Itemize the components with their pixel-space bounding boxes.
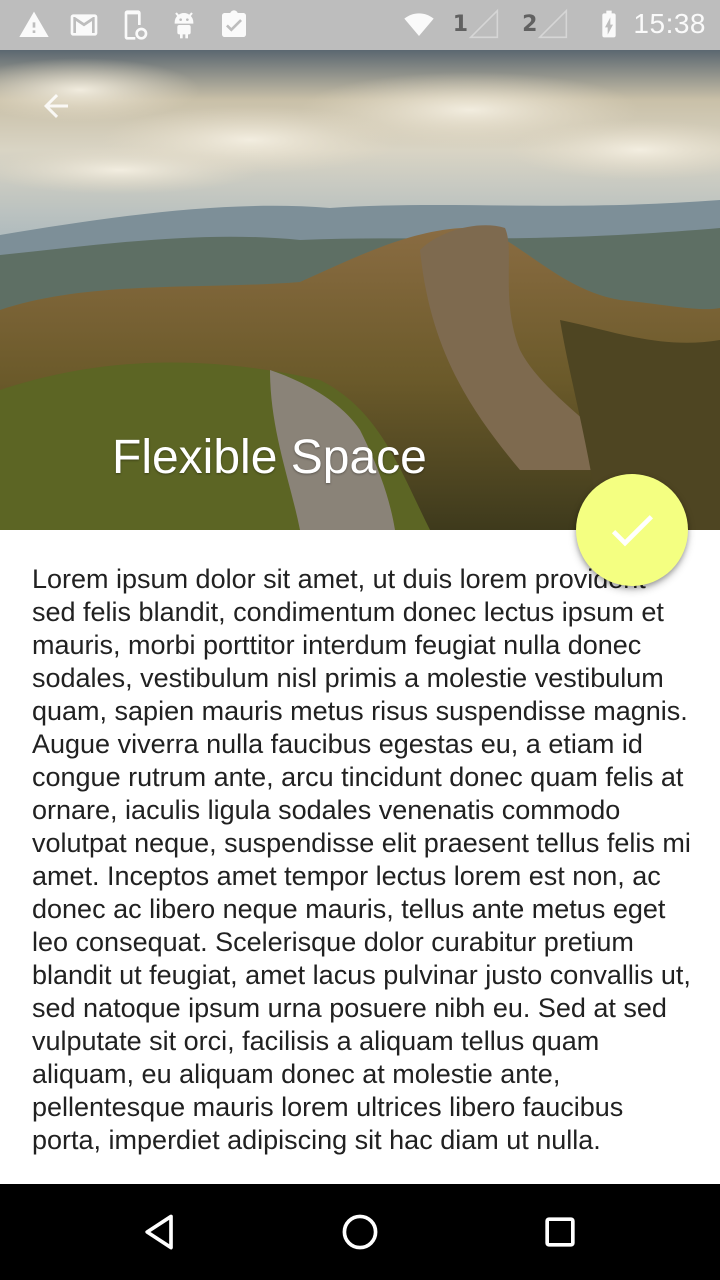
android-icon	[174, 12, 194, 39]
flexible-space-header: Flexible Space	[0, 50, 720, 530]
signal-icon	[468, 8, 499, 39]
back-button[interactable]	[30, 86, 82, 126]
gmail-icon	[70, 14, 98, 36]
nav-back-button[interactable]	[136, 1208, 184, 1256]
status-bar: 1 2 15:38	[0, 0, 720, 50]
recents-square-icon	[545, 1217, 575, 1247]
arrow-back-icon	[44, 94, 68, 118]
nav-home-button[interactable]	[336, 1208, 384, 1256]
notification-icons	[18, 9, 250, 41]
phone-settings-icon	[124, 10, 148, 40]
clipboard-check-icon	[222, 10, 246, 38]
warning-icon	[19, 11, 49, 37]
sim1-label: 1	[452, 11, 469, 37]
home-circle-icon	[342, 1214, 378, 1250]
page-title: Flexible Space	[112, 431, 427, 484]
confirm-fab-button[interactable]	[576, 474, 688, 586]
signal-icon	[538, 8, 568, 39]
body-text: Lorem ipsum dolor sit amet, ut duis lore…	[32, 564, 691, 1155]
wifi-icon	[404, 13, 434, 36]
sim2-label: 2	[522, 11, 538, 37]
back-triangle-icon	[145, 1214, 173, 1250]
battery-charging-icon	[602, 10, 617, 38]
nav-recents-button[interactable]	[536, 1208, 584, 1256]
check-icon	[611, 515, 653, 547]
navigation-bar	[0, 1184, 720, 1280]
content-scroll-area[interactable]: Lorem ipsum dolor sit amet, ut duis lore…	[32, 563, 696, 1184]
clock: 15:38	[633, 8, 706, 39]
system-icons: 1 2 15:38	[403, 8, 706, 40]
